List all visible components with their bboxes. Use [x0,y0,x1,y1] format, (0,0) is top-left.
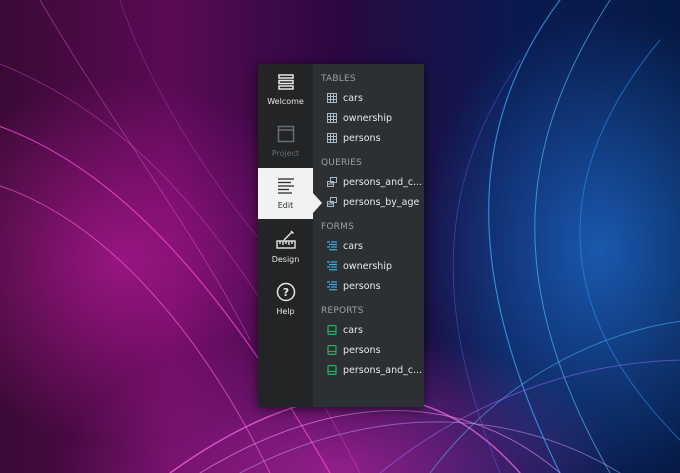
report-icon [327,345,337,355]
item-label: cars [343,324,363,336]
edit-icon [277,174,295,198]
navigator-item-report[interactable]: persons_and_c... [327,361,422,379]
mode-label: Help [276,307,295,316]
mode-welcome[interactable]: Welcome [258,64,313,114]
item-label: cars [343,92,363,104]
navigator-item-table[interactable]: ownership [327,109,422,127]
query-icon [327,177,337,187]
mode-label: Project [271,149,300,158]
navigator-item-table[interactable]: cars [327,89,422,107]
navigator-item-form[interactable]: ownership [327,257,422,275]
navigator-item-query[interactable]: persons_by_age [327,193,422,211]
item-label: persons [343,344,381,356]
mode-design[interactable]: Design [258,222,313,272]
navigator-item-form[interactable]: persons [327,277,422,295]
project-navigator: TABLES cars ownership persons QUERIES pe… [313,64,424,407]
help-icon: ? [276,280,296,304]
table-icon [327,133,337,143]
navigator-item-query[interactable]: persons_and_c... [327,173,422,191]
mode-project[interactable]: Project [258,116,313,166]
welcome-icon [277,70,295,94]
item-label: persons [343,280,381,292]
form-icon [327,241,337,251]
svg-text:?: ? [282,286,288,299]
item-label: persons [343,132,381,144]
navigator-item-table[interactable]: persons [327,129,422,147]
project-icon [277,122,295,146]
kexi-navigator-panel: Welcome Project Edit Design ? Help TABLE… [258,64,424,407]
design-icon [275,228,296,252]
mode-label: Welcome [267,97,304,106]
item-label: ownership [343,112,392,124]
mode-edit[interactable]: Edit [258,168,313,219]
section-header-forms: FORMS [321,222,354,232]
section-header-reports: REPORTS [321,306,364,316]
navigator-item-report[interactable]: persons [327,341,422,359]
section-header-tables: TABLES [321,74,356,84]
mode-label: Edit [277,201,294,210]
mode-help[interactable]: ? Help [258,274,313,324]
section-header-queries: QUERIES [321,158,363,168]
report-icon [327,365,337,375]
table-icon [327,113,337,123]
mode-label: Design [271,255,300,264]
item-label: persons_and_c... [343,364,422,376]
navigator-item-form[interactable]: cars [327,237,422,255]
query-icon [327,197,337,207]
item-label: ownership [343,260,392,272]
report-icon [327,325,337,335]
form-icon [327,261,337,271]
navigator-item-report[interactable]: cars [327,321,422,339]
item-label: cars [343,240,363,252]
table-icon [327,93,337,103]
item-label: persons_by_age [343,196,420,208]
form-icon [327,281,337,291]
item-label: persons_and_c... [343,176,422,188]
mode-selector: Welcome Project Edit Design ? Help [258,64,313,407]
